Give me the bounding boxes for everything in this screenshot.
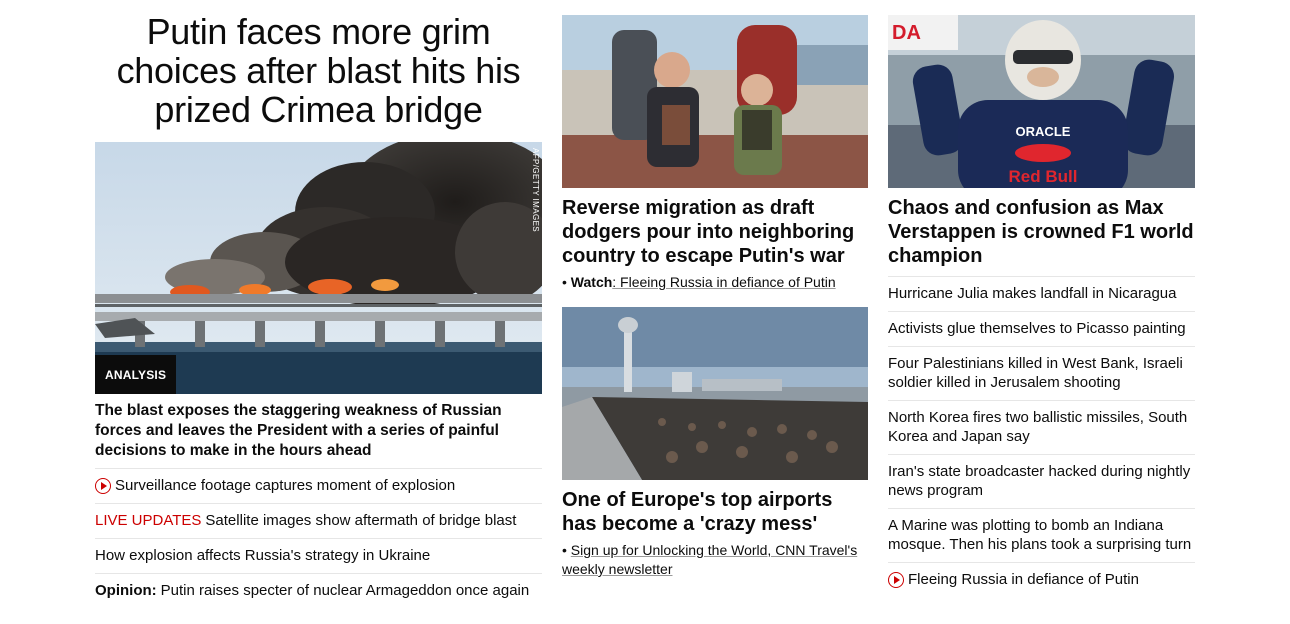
- play-icon: [95, 477, 111, 494]
- story-sublink-newsletter[interactable]: • Sign up for Unlocking the World, CNN T…: [562, 541, 868, 579]
- headline-link[interactable]: Hurricane Julia makes landfall in Nicara…: [888, 276, 1195, 311]
- sponsor-logo-text: Red Bull: [1009, 167, 1078, 186]
- related-link-text: Satellite images show aftermath of bridg…: [205, 512, 517, 529]
- story-headline-airport[interactable]: One of Europe's top airports has become …: [562, 488, 868, 536]
- bullet: •: [562, 542, 567, 558]
- related-link-text: How explosion affects Russia's strategy …: [95, 547, 431, 564]
- analysis-badge: ANALYSIS: [95, 355, 177, 394]
- headline-link[interactable]: Iran's state broadcaster hacked during n…: [888, 454, 1195, 508]
- right-column: DA ORACLE Red Bull Chaos and confusion a…: [888, 15, 1195, 597]
- live-updates-label: LIVE UPDATES: [95, 512, 202, 529]
- hero-headline[interactable]: Putin faces more grim choices after blas…: [95, 12, 542, 129]
- related-link-strategy[interactable]: How explosion affects Russia's strategy …: [95, 538, 542, 573]
- hero-headline-link[interactable]: Putin faces more grim choices after blas…: [95, 12, 542, 129]
- oracle-logo-text: ORACLE: [1016, 124, 1071, 139]
- story-image-airport[interactable]: [562, 307, 868, 480]
- airport-crowd-photo: [562, 307, 868, 480]
- play-icon: [888, 571, 904, 588]
- headline-list: Hurricane Julia makes landfall in Nicara…: [888, 276, 1195, 597]
- image-credit: AFP/GETTY IMAGES: [531, 148, 540, 233]
- related-links: Surveillance footage captures moment of …: [95, 468, 542, 608]
- bullet: •: [562, 274, 567, 290]
- watch-link-text[interactable]: : Fleeing Russia in defiance of Putin: [612, 274, 835, 290]
- headline-link[interactable]: North Korea fires two ballistic missiles…: [888, 400, 1195, 454]
- story-headline-verstappen[interactable]: Chaos and confusion as Max Verstappen is…: [888, 196, 1195, 268]
- lead-story: Putin faces more grim choices after blas…: [95, 12, 542, 599]
- story-sublink-watch[interactable]: • Watch: Fleeing Russia in defiance of P…: [562, 273, 868, 292]
- newsletter-link-text[interactable]: Sign up for Unlocking the World, CNN Tra…: [562, 542, 857, 577]
- headline-link[interactable]: Four Palestinians killed in West Bank, I…: [888, 346, 1195, 400]
- related-link-surveillance[interactable]: Surveillance footage captures moment of …: [95, 468, 542, 503]
- related-link-opinion[interactable]: Opinion: Putin raises specter of nuclear…: [95, 573, 542, 608]
- banner-letters: DA: [892, 22, 921, 44]
- related-link-live-updates[interactable]: LIVE UPDATES Satellite images show after…: [95, 503, 542, 538]
- draft-dodgers-photo: [562, 15, 868, 188]
- headline-link[interactable]: Activists glue themselves to Picasso pai…: [888, 311, 1195, 346]
- headline-link[interactable]: A Marine was plotting to bomb an Indiana…: [888, 508, 1195, 562]
- headline-link-text: Fleeing Russia in defiance of Putin: [908, 571, 1139, 588]
- headline-link-video[interactable]: Fleeing Russia in defiance of Putin: [888, 562, 1195, 597]
- story-image-draft-dodgers[interactable]: [562, 15, 868, 188]
- hero-description[interactable]: The blast exposes the staggering weaknes…: [95, 401, 542, 461]
- watch-label: Watch: [570, 274, 613, 290]
- verstappen-photo: DA ORACLE Red Bull: [888, 15, 1195, 188]
- hero-image-bridge-explosion[interactable]: AFP/GETTY IMAGES ANALYSIS: [95, 142, 542, 394]
- related-link-text: Surveillance footage captures moment of …: [115, 477, 456, 494]
- story-headline-draft-dodgers[interactable]: Reverse migration as draft dodgers pour …: [562, 196, 868, 268]
- story-image-verstappen[interactable]: DA ORACLE Red Bull: [888, 15, 1195, 188]
- related-link-text: Putin raises specter of nuclear Armagedd…: [160, 582, 530, 599]
- middle-column: Reverse migration as draft dodgers pour …: [562, 15, 868, 579]
- opinion-label: Opinion:: [95, 582, 157, 599]
